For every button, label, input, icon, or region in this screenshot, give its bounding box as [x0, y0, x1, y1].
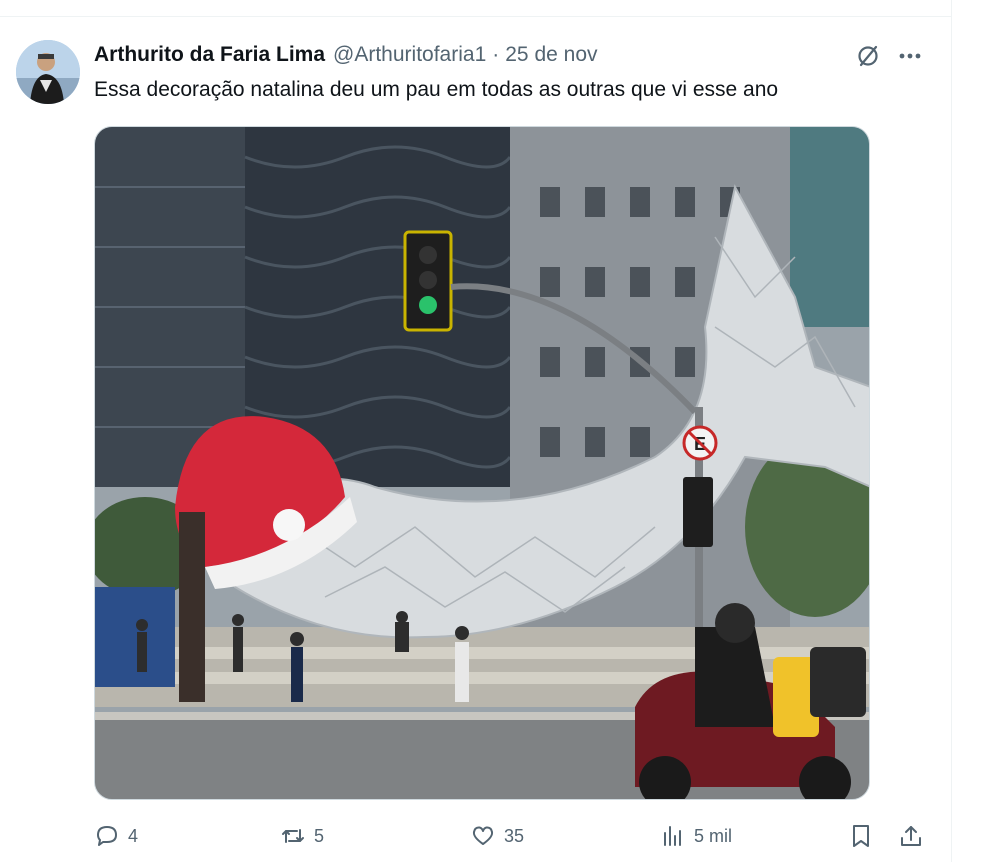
tweet-actions: 4 5 35 5 mil	[94, 818, 930, 854]
share-upload-icon	[901, 826, 921, 846]
bookmark-icon	[853, 825, 869, 847]
repost-arrows-icon	[282, 829, 304, 843]
author-name[interactable]: Arthurito da Faria Lima	[94, 43, 325, 67]
like-count: 35	[504, 825, 525, 846]
more-dots-icon[interactable]	[894, 40, 926, 72]
author-handle[interactable]: @Arthuritofaria1	[333, 43, 486, 67]
views-button[interactable]: 5 mil	[660, 818, 732, 854]
grok-slash-icon[interactable]	[852, 40, 884, 72]
share-button[interactable]	[898, 818, 924, 854]
repost-count: 5	[314, 825, 325, 846]
heart-icon	[472, 826, 494, 845]
like-button[interactable]: 35	[470, 818, 524, 854]
tweet-photo[interactable]: E	[94, 126, 870, 800]
tweet-text: Essa decoração natalina deu um pau em to…	[94, 78, 779, 101]
bookmark-button[interactable]	[848, 818, 874, 854]
reply-bubble-icon	[97, 826, 117, 846]
bar-chart-icon	[664, 826, 681, 846]
reply-button[interactable]: 4	[94, 818, 138, 854]
tweet-timestamp[interactable]: 25 de nov	[505, 43, 597, 67]
reply-count: 4	[128, 825, 139, 846]
repost-button[interactable]: 5	[280, 818, 324, 854]
views-count: 5 mil	[694, 825, 733, 846]
timeline-divider	[0, 16, 952, 17]
tweet-header: Arthurito da Faria Lima @Arthuritofaria1…	[94, 40, 598, 70]
column-border	[951, 0, 952, 862]
separator-dot: ·	[492, 43, 500, 66]
avatar[interactable]	[16, 40, 80, 104]
